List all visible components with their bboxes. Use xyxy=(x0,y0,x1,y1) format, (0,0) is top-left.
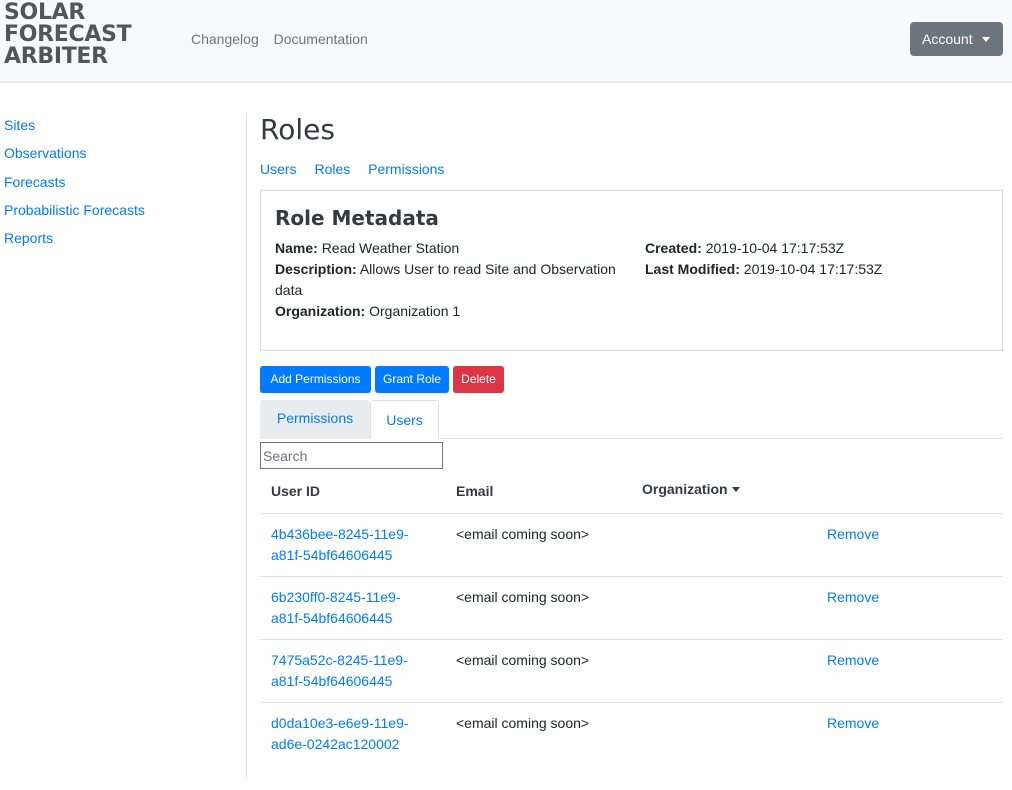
sidebar-item-forecasts[interactable]: Forecasts xyxy=(4,173,145,201)
tab-permissions[interactable]: Permissions xyxy=(260,400,370,439)
role-metadata-card: Role Metadata Name: Read Weather Station… xyxy=(260,190,1003,351)
sidebar-item-observations[interactable]: Observations xyxy=(4,144,145,172)
brand-line-2: FORECAST xyxy=(4,22,132,47)
user-id-part-2: a81f-54bf64606445 xyxy=(271,610,393,626)
subnav-permissions-link[interactable]: Permissions xyxy=(368,161,444,177)
user-id-link[interactable]: 6b230ff0-8245-11e9- a81f-54bf64606445 xyxy=(271,587,431,629)
column-header-user-id[interactable]: User ID xyxy=(271,483,320,499)
account-label: Account xyxy=(922,31,973,47)
tab-users[interactable]: Users xyxy=(370,400,439,440)
role-modified-label: Last Modified: xyxy=(645,261,740,277)
role-modified-field: Last Modified: 2019-10-04 17:17:53Z xyxy=(645,259,995,280)
user-id-link[interactable]: d0da10e3-e6e9-11e9- ad6e-0242ac120002 xyxy=(271,713,431,755)
role-created-label: Created: xyxy=(645,240,702,256)
brand-line-3: ARBITER xyxy=(4,44,108,69)
organization-filter-dropdown[interactable]: Organization xyxy=(642,481,740,497)
role-metadata-title: Role Metadata xyxy=(275,206,439,230)
sidebar-divider xyxy=(246,113,247,779)
role-organization-label: Organization: xyxy=(275,303,366,319)
user-id-link[interactable]: 4b436bee-8245-11e9- a81f-54bf64606445 xyxy=(271,524,431,566)
sidebar: Sites Observations Forecasts Probabilist… xyxy=(4,116,145,257)
role-organization-field: Organization: Organization 1 xyxy=(275,301,635,322)
user-email: <email coming soon> xyxy=(456,526,590,542)
caret-down-icon xyxy=(982,37,990,42)
role-name-value: Read Weather Station xyxy=(321,240,460,256)
brand-line-1: SOLAR xyxy=(4,0,86,25)
user-id-part-1: d0da10e3-e6e9-11e9- xyxy=(271,715,409,731)
documentation-link[interactable]: Documentation xyxy=(274,31,368,47)
user-email: <email coming soon> xyxy=(456,589,590,605)
table-row: 6b230ff0-8245-11e9- a81f-54bf64606445 <e… xyxy=(260,576,1003,639)
subnav-users-link[interactable]: Users xyxy=(260,161,297,177)
column-header-organization: Organization xyxy=(642,481,728,497)
user-id-part-2: a81f-54bf64606445 xyxy=(271,547,393,563)
user-id-link[interactable]: 7475a52c-8245-11e9- a81f-54bf64606445 xyxy=(271,650,431,692)
user-id-part-1: 7475a52c-8245-11e9- xyxy=(271,652,408,668)
user-id-part-1: 6b230ff0-8245-11e9- xyxy=(271,589,401,605)
subnav-roles-link[interactable]: Roles xyxy=(314,161,350,177)
role-description-label: Description: xyxy=(275,261,357,277)
account-dropdown-button[interactable]: Account xyxy=(910,22,1003,56)
caret-down-icon xyxy=(731,487,740,492)
user-email: <email coming soon> xyxy=(456,652,590,668)
search-input[interactable] xyxy=(260,442,443,469)
sidebar-item-reports[interactable]: Reports xyxy=(4,229,145,257)
top-navbar: SOLAR FORECAST ARBITER Changelog Documen… xyxy=(0,0,1012,83)
column-header-email[interactable]: Email xyxy=(456,483,493,499)
grant-role-button[interactable]: Grant Role xyxy=(375,366,449,393)
remove-user-button[interactable]: Remove xyxy=(827,524,879,545)
role-modified-value: 2019-10-04 17:17:53Z xyxy=(743,261,883,277)
top-nav-links: Changelog Documentation xyxy=(191,31,379,47)
role-created-value: 2019-10-04 17:17:53Z xyxy=(705,240,845,256)
role-name-field: Name: Read Weather Station xyxy=(275,238,635,259)
page-title: Roles xyxy=(260,113,335,146)
role-tabs: Permissions Users xyxy=(260,400,1003,440)
role-organization-value: Organization 1 xyxy=(369,303,461,319)
user-email: <email coming soon> xyxy=(456,715,590,731)
delete-role-button[interactable]: Delete xyxy=(453,366,504,393)
user-id-part-2: ad6e-0242ac120002 xyxy=(271,736,400,752)
remove-user-button[interactable]: Remove xyxy=(827,650,879,671)
role-metadata-left: Name: Read Weather Station Description: … xyxy=(275,238,635,322)
role-description-field: Description: Allows User to read Site an… xyxy=(275,259,635,301)
table-row: d0da10e3-e6e9-11e9- ad6e-0242ac120002 <e… xyxy=(260,702,1003,765)
role-name-label: Name: xyxy=(275,240,318,256)
remove-user-button[interactable]: Remove xyxy=(827,713,879,734)
changelog-link[interactable]: Changelog xyxy=(191,31,259,47)
sidebar-item-sites[interactable]: Sites xyxy=(4,116,145,144)
table-row: 4b436bee-8245-11e9- a81f-54bf64606445 <e… xyxy=(260,513,1003,576)
add-permissions-button[interactable]: Add Permissions xyxy=(260,366,371,393)
role-metadata-right: Created: 2019-10-04 17:17:53Z Last Modif… xyxy=(645,238,995,280)
sidebar-item-probabilistic-forecasts[interactable]: Probabilistic Forecasts xyxy=(4,201,145,229)
role-created-field: Created: 2019-10-04 17:17:53Z xyxy=(645,238,995,259)
remove-user-button[interactable]: Remove xyxy=(827,587,879,608)
admin-subnav: Users Roles Permissions xyxy=(260,161,458,177)
user-id-part-2: a81f-54bf64606445 xyxy=(271,673,393,689)
user-id-part-1: 4b436bee-8245-11e9- xyxy=(271,526,409,542)
table-row: 7475a52c-8245-11e9- a81f-54bf64606445 <e… xyxy=(260,639,1003,702)
brand-logo[interactable]: SOLAR FORECAST ARBITER xyxy=(4,2,154,68)
